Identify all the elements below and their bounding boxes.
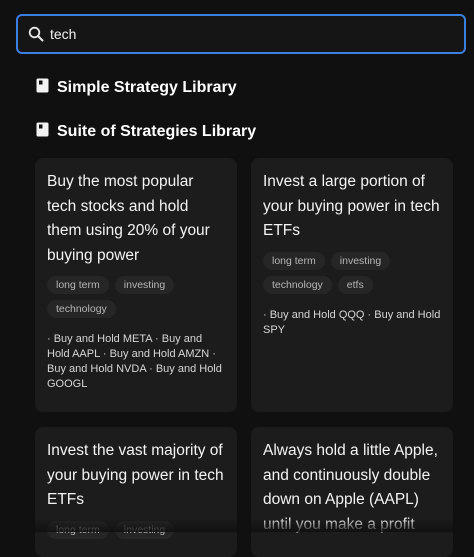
strategy-card[interactable]: Always hold a little Apple, and continuo… bbox=[251, 427, 453, 557]
library-item-suite-of-strategies[interactable]: Suite of Strategies Library bbox=[36, 122, 256, 142]
library-label: Suite of Strategies Library bbox=[57, 123, 257, 140]
book-icon bbox=[36, 78, 49, 98]
tag[interactable]: investing bbox=[330, 251, 391, 270]
card-title: Always hold a little Apple, and continuo… bbox=[263, 442, 438, 533]
tag-list: long term investing technology bbox=[47, 276, 225, 318]
strategy-card[interactable]: Buy the most popular tech stocks and hol… bbox=[35, 158, 237, 412]
card-title: Invest a large portion of your buying po… bbox=[263, 173, 440, 239]
tag[interactable]: etfs bbox=[337, 275, 373, 294]
strategy-list: · Buy and Hold QQQ · Buy and Hold SPY bbox=[263, 308, 441, 336]
strategy-list: · Buy and Hold META · Buy and Hold AAPL … bbox=[47, 333, 222, 390]
search-icon bbox=[28, 26, 44, 42]
search-box[interactable] bbox=[16, 14, 466, 54]
tag-list: long term investing bbox=[47, 520, 225, 539]
library-label: Simple Strategy Library bbox=[57, 79, 237, 96]
tag[interactable]: technology bbox=[47, 300, 116, 318]
tag-list: long term investing technology etfs bbox=[263, 251, 441, 294]
book-icon bbox=[36, 122, 49, 142]
tag[interactable]: long term bbox=[263, 251, 325, 270]
tag[interactable]: technology bbox=[263, 275, 332, 294]
tag[interactable]: investing bbox=[114, 520, 175, 539]
card-title: Invest the vast majority of your buying … bbox=[47, 442, 224, 508]
library-item-simple-strategy[interactable]: Simple Strategy Library bbox=[36, 78, 237, 98]
card-title: Buy the most popular tech stocks and hol… bbox=[47, 173, 210, 264]
tag[interactable]: long term bbox=[47, 276, 109, 294]
tag[interactable]: long term bbox=[47, 520, 109, 539]
strategy-card[interactable]: Invest the vast majority of your buying … bbox=[35, 427, 237, 557]
tag[interactable]: investing bbox=[114, 276, 175, 294]
search-input[interactable] bbox=[50, 26, 430, 42]
strategy-card[interactable]: Invest a large portion of your buying po… bbox=[251, 158, 453, 412]
